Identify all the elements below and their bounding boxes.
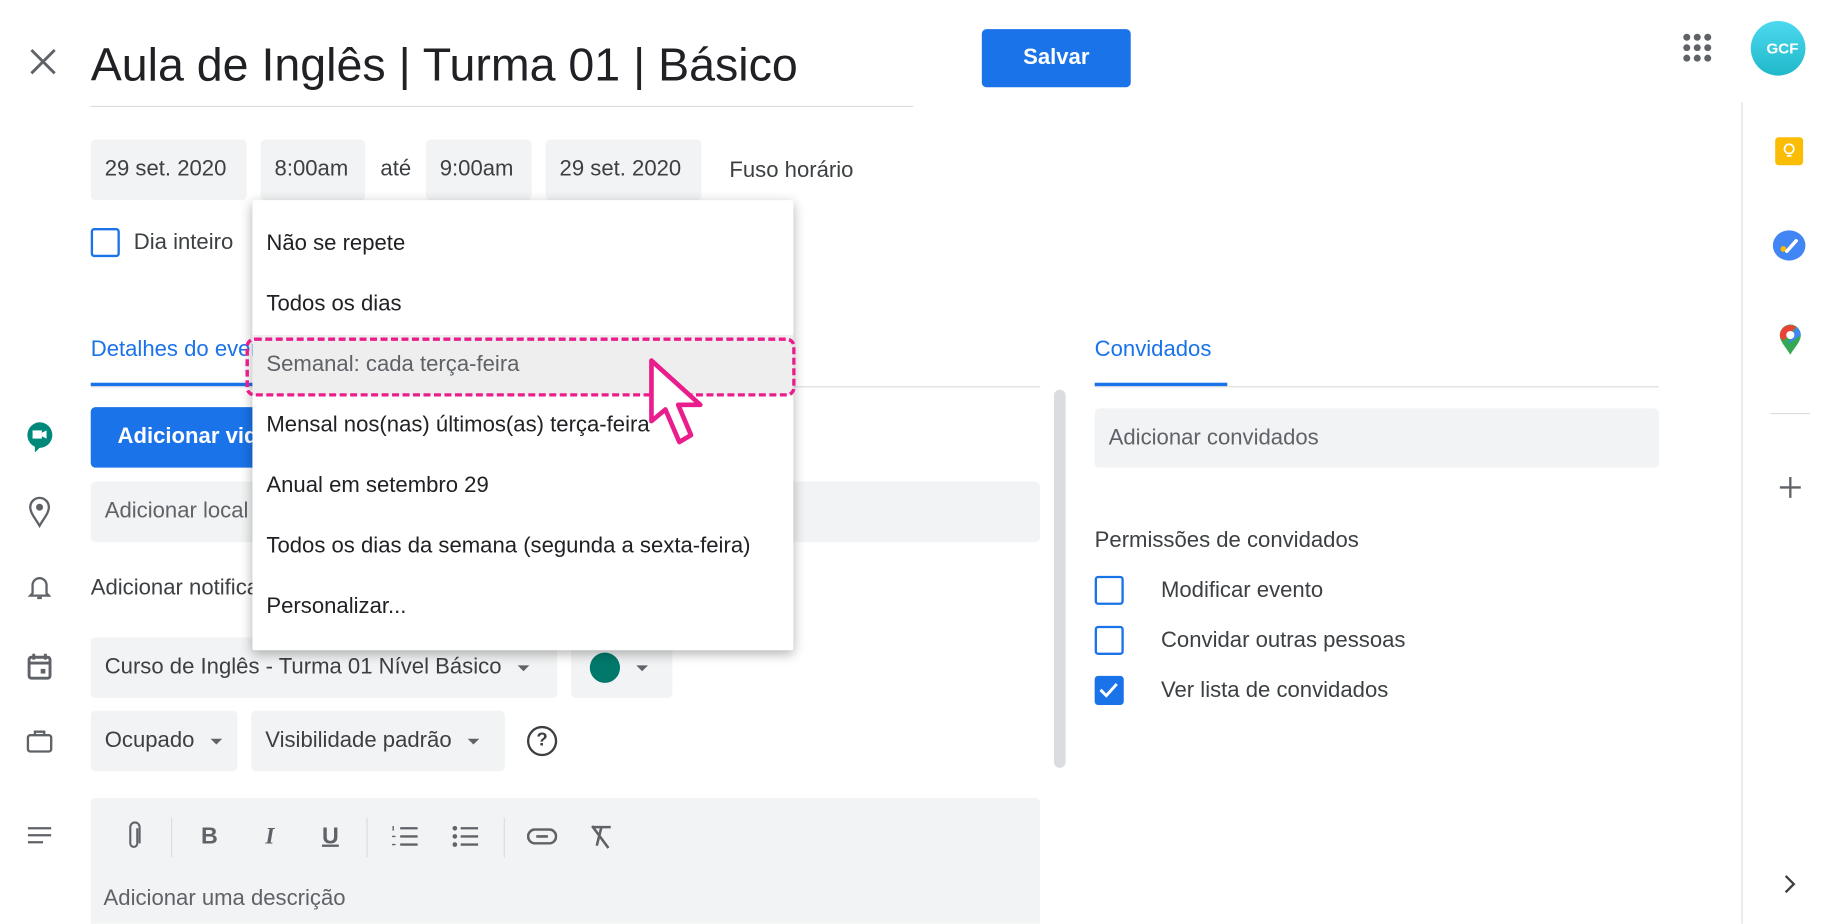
scrollbar[interactable] [1053, 389, 1066, 768]
toolbar-separator [503, 817, 505, 858]
menu-item[interactable]: Todos os dias [252, 275, 793, 335]
toolbar-separator [171, 817, 173, 858]
timezone-button[interactable]: Fuso horário [729, 158, 853, 184]
tab-guests[interactable]: Convidados [1094, 337, 1228, 387]
visibility-select[interactable]: Visibilidade padrão [251, 710, 505, 772]
caret-down-icon [210, 738, 223, 744]
menu-item[interactable]: Anual em setembro 29 [252, 456, 793, 516]
description-placeholder: Adicionar uma descrição [103, 886, 346, 911]
recurrence-menu: Não se repete Todos os dias Semanal: cad… [252, 200, 794, 651]
until-label: até [380, 157, 412, 182]
start-date-field[interactable]: 29 set. 2020 [90, 139, 247, 201]
add-guests-input[interactable]: Adicionar convidados [1094, 408, 1659, 468]
bulleted-list-icon[interactable] [449, 820, 482, 853]
underline-icon[interactable]: U [314, 820, 347, 853]
caret-down-icon [636, 664, 648, 671]
save-button[interactable]: Salvar [981, 29, 1131, 88]
meet-icon [23, 421, 56, 454]
location-icon [23, 496, 56, 529]
maps-icon[interactable] [1778, 323, 1804, 356]
start-time-field[interactable]: 8:00am [260, 139, 366, 201]
toolbar-separator [366, 817, 368, 858]
menu-item[interactable]: Todos os dias da semana (segunda a sexta… [252, 517, 793, 577]
attachment-icon[interactable] [117, 820, 150, 853]
permission-invite-label: Convidar outras pessoas [1160, 628, 1406, 653]
help-icon[interactable]: ? [526, 725, 558, 757]
menu-item[interactable]: Mensal nos(nas) últimos(as) terça-feira [252, 396, 793, 456]
bell-icon [23, 571, 56, 604]
permissions-title: Permissões de convidados [1094, 528, 1359, 553]
event-title: Aula de Inglês | Turma 01 | Básico [90, 39, 798, 91]
permission-modify-checkbox[interactable] [1094, 575, 1124, 605]
link-icon[interactable] [526, 820, 559, 853]
tab-details[interactable]: Detalhes do evento [90, 337, 272, 387]
bold-icon[interactable]: B [193, 820, 226, 853]
chevron-right-icon[interactable] [1782, 872, 1798, 895]
all-day-checkbox[interactable] [90, 228, 120, 258]
menu-item[interactable]: Não se repete [252, 214, 793, 274]
add-addon-icon[interactable] [1778, 475, 1804, 501]
keep-icon[interactable] [1775, 137, 1804, 166]
end-date-field[interactable]: 29 set. 2020 [545, 139, 702, 201]
permission-modify-label: Modificar evento [1160, 578, 1324, 603]
side-panel [1741, 102, 1824, 924]
apps-grid-icon[interactable] [1682, 33, 1712, 63]
menu-item[interactable]: Personalizar... [252, 577, 793, 637]
event-editor: Aula de Inglês | Turma 01 | Básico Salva… [0, 0, 1824, 924]
numbered-list-icon[interactable] [389, 820, 422, 853]
caret-down-icon [517, 664, 530, 671]
tasks-icon[interactable] [1772, 230, 1806, 261]
event-title-input[interactable]: Aula de Inglês | Turma 01 | Básico [90, 35, 914, 108]
permission-see-list-checkbox[interactable] [1094, 675, 1124, 705]
all-day-label: Dia inteiro [133, 230, 234, 255]
avatar[interactable]: GCF [1750, 20, 1806, 76]
caret-down-icon [467, 738, 480, 744]
description-icon [23, 819, 56, 852]
availability-select[interactable]: Ocupado [90, 710, 238, 772]
guests-divider [1094, 386, 1659, 388]
briefcase-icon [23, 725, 56, 758]
highlight-dashed-frame [245, 337, 796, 397]
permission-see-list-label: Ver lista de convidados [1160, 678, 1389, 703]
end-time-field[interactable]: 9:00am [425, 139, 532, 201]
divider [1770, 412, 1811, 415]
close-icon[interactable] [26, 44, 61, 79]
pointer-cursor-icon [647, 356, 712, 449]
permission-invite-checkbox[interactable] [1094, 625, 1124, 655]
clear-formatting-icon[interactable] [585, 820, 618, 853]
italic-icon[interactable]: I [254, 820, 287, 853]
calendar-icon [23, 650, 56, 683]
color-swatch [589, 652, 621, 683]
